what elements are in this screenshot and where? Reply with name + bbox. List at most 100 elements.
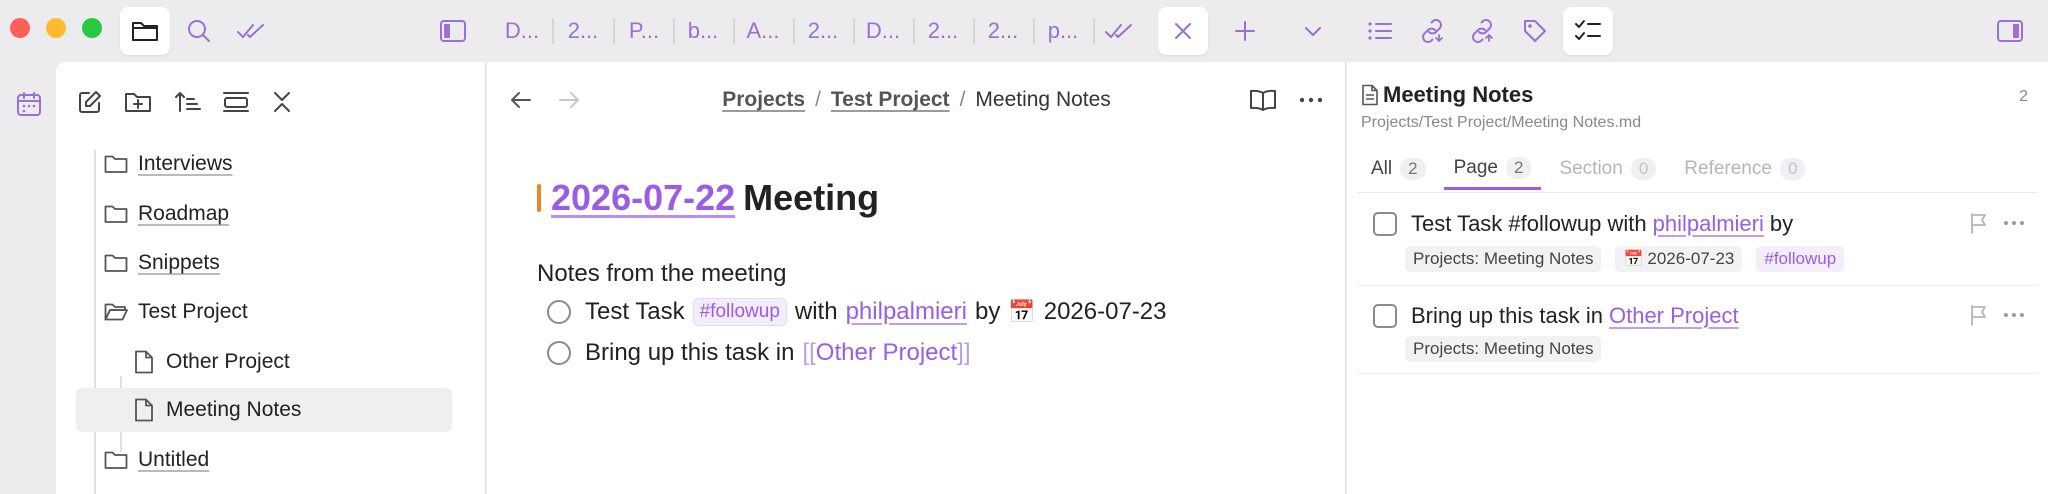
search-button[interactable]: [174, 7, 224, 55]
toggle-left-sidebar-button[interactable]: [428, 7, 478, 55]
task-checkbox[interactable]: [547, 341, 571, 365]
tree-file-meeting-notes[interactable]: Meeting Notes: [76, 388, 452, 432]
flag-button[interactable]: [1969, 212, 1989, 234]
task-line-1[interactable]: Test Task #followup with philpalmieri by…: [547, 294, 1167, 330]
close-tab-button[interactable]: [1158, 7, 1208, 55]
file-icon: [130, 350, 158, 374]
file-icon: [130, 398, 158, 422]
user-link[interactable]: philpalmieri: [846, 298, 967, 326]
tab-4[interactable]: b...: [673, 10, 733, 52]
more-options-button[interactable]: [2003, 212, 2025, 234]
panel-count: 2: [2019, 88, 2028, 105]
tab-2[interactable]: 2...: [553, 10, 613, 52]
reading-view-button[interactable]: [1243, 82, 1283, 118]
tree-folder-snippets[interactable]: Snippets: [102, 241, 472, 285]
tab-3[interactable]: P...: [614, 10, 674, 52]
calendar-button[interactable]: [9, 84, 49, 124]
tab-1[interactable]: D...: [492, 10, 552, 52]
tab-reference[interactable]: Reference 0: [1674, 148, 1815, 190]
auto-reveal-button[interactable]: [216, 82, 256, 122]
tree-item-label: Meeting Notes: [166, 398, 302, 421]
breadcrumb-projects[interactable]: Projects: [722, 88, 805, 112]
breadcrumb-test-project[interactable]: Test Project: [831, 88, 950, 112]
sort-button[interactable]: [168, 82, 208, 122]
outgoing-links-button[interactable]: [1457, 7, 1507, 55]
close-icon: [1175, 23, 1191, 39]
more-horizontal-icon: [2004, 313, 2024, 317]
tree-folder-test-project[interactable]: Test Project: [102, 290, 472, 334]
file-icon: [1362, 84, 1378, 106]
tasks-panel-button[interactable]: [1563, 7, 1613, 55]
task-checkbox[interactable]: [1373, 304, 1397, 328]
tree-item-label: Test Project: [138, 300, 248, 323]
toggle-right-sidebar-button[interactable]: [1985, 7, 2035, 55]
tab-6[interactable]: 2...: [793, 10, 853, 52]
new-note-button[interactable]: [70, 82, 110, 122]
backlinks-button[interactable]: [1407, 7, 1457, 55]
tabs-divider: [1357, 192, 2037, 193]
heading-date-link[interactable]: 2026-07-22: [551, 177, 735, 219]
task-card-actions: [1969, 304, 2025, 326]
tree-folder-interviews[interactable]: Interviews: [102, 142, 472, 186]
reveal-icon: [223, 92, 249, 112]
tree-item-label: Other Project: [166, 350, 290, 373]
tag-followup[interactable]: #followup: [692, 298, 787, 326]
outline-button[interactable]: [1355, 7, 1405, 55]
note-link[interactable]: Other Project: [1609, 303, 1739, 329]
flag-button[interactable]: [1969, 304, 1989, 326]
zoom-window-button[interactable]: [82, 18, 102, 38]
due-date-chip[interactable]: 📅 2026-07-23: [1615, 246, 1743, 272]
tab-section[interactable]: Section 0: [1549, 148, 1666, 190]
more-horizontal-icon: [1299, 97, 1323, 103]
flag-icon: [1971, 213, 1986, 234]
double-check-icon: [237, 24, 264, 38]
search-icon: [188, 20, 210, 42]
tasks-view-button[interactable]: [226, 7, 276, 55]
user-link[interactable]: philpalmieri: [1653, 211, 1764, 237]
panel-title-text: Meeting Notes: [1383, 82, 1534, 107]
task-card-text: Bring up this task in: [1411, 303, 1603, 328]
task-card[interactable]: Bring up this task in Other Project Proj…: [1357, 290, 2037, 374]
calendar-icon: [17, 92, 41, 116]
tab-list-button[interactable]: [1288, 7, 1338, 55]
tab-all[interactable]: All 2: [1361, 148, 1436, 190]
tree-file-other-project[interactable]: Other Project: [130, 340, 472, 384]
tag-chip[interactable]: #followup: [1756, 246, 1845, 272]
tab-7[interactable]: D...: [853, 10, 913, 52]
tags-button[interactable]: [1510, 7, 1560, 55]
wikilink-bracket: ]]: [957, 339, 971, 366]
more-options-button[interactable]: [2003, 304, 2025, 326]
source-chip[interactable]: Projects: Meeting Notes: [1405, 246, 1602, 272]
file-explorer-button[interactable]: [120, 7, 170, 55]
wikilink-other-project[interactable]: [[Other Project]]: [802, 339, 970, 367]
task-checkbox[interactable]: [547, 300, 571, 324]
note-heading[interactable]: 2026-07-22 Meeting: [537, 174, 879, 222]
panel-title: Meeting Notes: [1361, 82, 1533, 108]
folder-icon: [102, 450, 130, 470]
more-options-button[interactable]: [1291, 82, 1331, 118]
tab-tasks[interactable]: [1094, 7, 1144, 55]
heading-marker: [537, 184, 541, 212]
tree-folder-untitled[interactable]: Untitled: [102, 438, 472, 482]
tab-page[interactable]: Page 2: [1443, 148, 1542, 190]
paragraph[interactable]: Notes from the meeting: [537, 256, 786, 292]
tab-9[interactable]: 2...: [973, 10, 1033, 52]
tab-8[interactable]: 2...: [913, 10, 973, 52]
tab-5[interactable]: A...: [733, 10, 793, 52]
minimize-window-button[interactable]: [46, 18, 66, 38]
source-chip[interactable]: Projects: Meeting Notes: [1405, 336, 1602, 362]
collapse-all-button[interactable]: [262, 82, 302, 122]
folder-plus-icon: [125, 93, 151, 112]
task-card-text: by: [1769, 211, 1794, 236]
link-out-icon: [1472, 19, 1493, 43]
task-line-2[interactable]: Bring up this task in [[Other Project]]: [547, 335, 971, 371]
tab-count-badge: 2: [1505, 156, 1532, 179]
task-card[interactable]: Test Task #followup with philpalmieri by…: [1357, 198, 2037, 286]
tab-10[interactable]: p...: [1033, 10, 1093, 52]
tree-folder-roadmap[interactable]: Roadmap: [102, 192, 472, 236]
close-window-button[interactable]: [10, 18, 30, 38]
edit-icon: [79, 91, 101, 113]
new-folder-button[interactable]: [118, 82, 158, 122]
task-checkbox[interactable]: [1373, 212, 1397, 236]
new-tab-button[interactable]: [1220, 7, 1270, 55]
